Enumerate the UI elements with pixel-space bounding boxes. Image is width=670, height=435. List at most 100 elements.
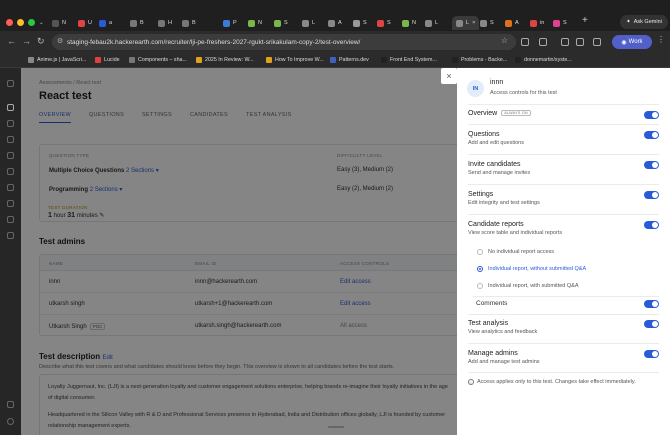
settings-toggle[interactable]	[644, 191, 659, 199]
integrations-icon[interactable]	[7, 200, 14, 207]
bookmark-item[interactable]: Front End System...	[381, 57, 437, 63]
settings-icon[interactable]	[7, 401, 14, 408]
home-icon[interactable]	[7, 80, 14, 87]
divider	[468, 124, 659, 125]
minimize-window-icon[interactable]	[17, 19, 24, 26]
users-icon[interactable]	[7, 152, 14, 159]
test-analysis-toggle[interactable]	[644, 320, 659, 328]
browser-tab[interactable]: S	[480, 16, 494, 30]
profile-avatar-icon: ◉	[621, 39, 627, 46]
tab-label: A	[338, 20, 342, 26]
back-icon[interactable]: ←	[7, 36, 16, 46]
reports-icon[interactable]	[7, 168, 14, 175]
analytics-icon[interactable]	[7, 184, 14, 191]
new-tab-button[interactable]: +	[582, 15, 588, 26]
browser-menu-icon[interactable]: ⋮	[657, 35, 665, 44]
comments-toggle[interactable]	[644, 300, 659, 308]
browser-tab[interactable]: N	[52, 16, 66, 30]
browser-tab[interactable]: N	[248, 16, 262, 30]
browser-tab[interactable]: L	[425, 16, 438, 30]
modal-backdrop[interactable]	[21, 68, 457, 435]
divider	[468, 314, 659, 315]
browser-tab[interactable]: A	[328, 16, 342, 30]
report-option-with-qa[interactable]: Individual report, with submitted Q&A	[477, 283, 579, 289]
bookmark-item[interactable]: Components – sha...	[129, 57, 187, 63]
close-panel-button[interactable]: ×	[441, 68, 457, 84]
browser-tab[interactable]: L	[302, 16, 315, 30]
tab-label: H	[168, 20, 172, 26]
bookmark-favicon-icon	[129, 57, 135, 63]
forward-icon[interactable]: →	[22, 36, 31, 46]
browser-tab[interactable]: H	[158, 16, 172, 30]
access-controls-panel: IN innn Access controls for this test Ov…	[457, 68, 670, 435]
browser-tab[interactable]: S	[553, 16, 567, 30]
bookmark-item[interactable]: How To Improve W...	[266, 57, 324, 63]
overview-toggle[interactable]	[644, 111, 659, 119]
site-info-icon[interactable]: ⚙	[57, 37, 63, 45]
browser-tab[interactable]: A	[505, 16, 519, 30]
permission-title: Invite candidates	[468, 161, 521, 168]
comments-label: Comments	[476, 300, 508, 307]
close-tab-icon[interactable]: ×	[472, 20, 475, 26]
browser-tab[interactable]: B	[182, 16, 196, 30]
url-field[interactable]: ⚙ staging-febau2k.hackerearth.com/recrui…	[52, 34, 516, 50]
bookmark-item[interactable]: Anime.js | JavaScri...	[28, 57, 86, 63]
reload-icon[interactable]: ↻	[37, 36, 45, 47]
bookmark-favicon-icon	[28, 57, 34, 63]
permission-title: Candidate reports	[468, 221, 524, 228]
ask-gemini-button[interactable]: ✦ Ask Gemini	[620, 15, 668, 29]
manage-admins-toggle[interactable]	[644, 350, 659, 358]
bookmark-item[interactable]: 2025 In Review: W...	[196, 57, 254, 63]
permission-desc: Edit integrity and test settings	[468, 200, 540, 206]
report-option-label: No individual report access	[488, 249, 555, 255]
browser-tab[interactable]: N	[402, 16, 416, 30]
browser-tab[interactable]: in	[530, 16, 544, 30]
browser-tab[interactable]: U	[78, 16, 92, 30]
report-option-label: Individual report, without submitted Q&A	[488, 266, 587, 272]
permission-overview: Overview ALWAYS ON	[468, 110, 658, 117]
bookmark-item[interactable]: donnemartin/syste...	[515, 57, 572, 63]
radio-button[interactable]	[477, 283, 483, 289]
permission-desc: View analytics and feedback	[468, 329, 538, 335]
questions-toggle[interactable]	[644, 131, 659, 139]
bookmark-star-icon[interactable]: ☆	[501, 36, 508, 45]
candidate-reports-toggle[interactable]	[644, 221, 659, 229]
browser-tab-active[interactable]: L ×	[452, 16, 480, 30]
browser-tab[interactable]: B	[130, 16, 144, 30]
templates-icon[interactable]	[7, 216, 14, 223]
tab-label: P	[233, 20, 237, 26]
interviews-icon[interactable]	[7, 120, 14, 127]
tab-favicon-icon	[78, 19, 85, 27]
tab-favicon-icon	[52, 19, 59, 27]
permission-desc: Add and edit questions	[468, 140, 524, 146]
bookmark-item[interactable]: Patterns.dev	[330, 57, 369, 63]
plugins-icon[interactable]	[7, 232, 14, 239]
maximize-window-icon[interactable]	[28, 19, 35, 26]
library-icon[interactable]	[7, 136, 14, 143]
devtools-icon[interactable]	[593, 38, 601, 46]
report-option-without-qa[interactable]: Individual report, without submitted Q&A	[477, 266, 586, 272]
browser-tab[interactable]: S	[353, 16, 367, 30]
invite-candidates-toggle[interactable]	[644, 161, 659, 169]
reading-list-icon[interactable]	[576, 38, 584, 46]
gemini-icon: ✦	[626, 19, 631, 25]
browser-tab[interactable]: P	[223, 16, 237, 30]
browser-tab[interactable]: S	[274, 16, 288, 30]
help-icon[interactable]	[7, 418, 14, 425]
cast-icon[interactable]	[521, 38, 529, 46]
close-window-icon[interactable]	[6, 19, 13, 26]
radio-button[interactable]	[477, 249, 483, 255]
extensions-icon[interactable]	[539, 38, 547, 46]
downloads-icon[interactable]	[561, 38, 569, 46]
browser-tab[interactable]: a	[99, 16, 112, 30]
tests-icon[interactable]	[7, 104, 14, 111]
report-option-none[interactable]: No individual report access	[477, 249, 554, 255]
bookmark-item[interactable]: Problems - Backe...	[452, 57, 507, 63]
tab-label: a	[109, 20, 113, 26]
profile-button[interactable]: ◉ Work	[612, 35, 652, 49]
tab-search-icon[interactable]: ⌄	[39, 16, 44, 30]
bookmark-label: How To Improve W...	[275, 57, 324, 63]
bookmark-item[interactable]: Lucide	[95, 57, 120, 63]
radio-button[interactable]	[477, 266, 483, 272]
browser-tab[interactable]: S	[377, 16, 391, 30]
